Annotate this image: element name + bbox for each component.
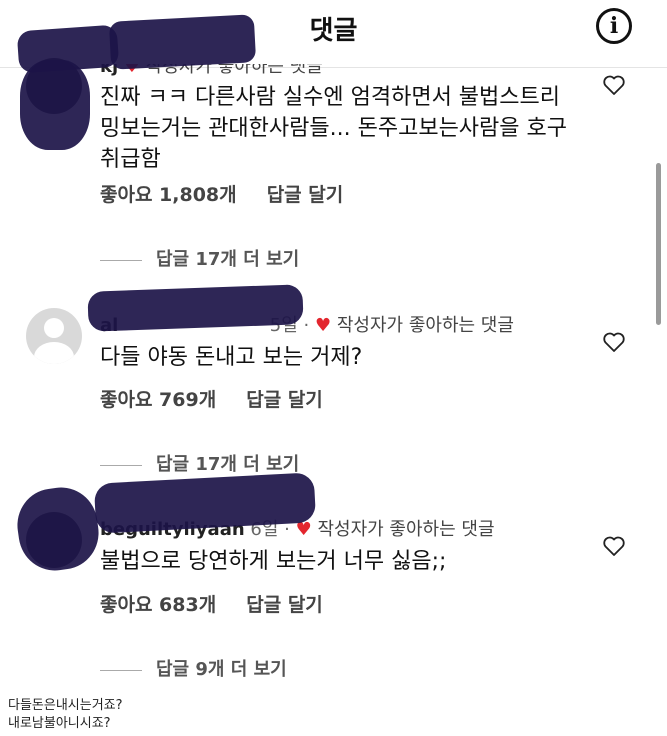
like-count[interactable]: 좋아요 1,808개 [100, 184, 237, 206]
like-count[interactable]: 좋아요 683개 [100, 594, 216, 616]
heart-icon: ♥ [315, 315, 332, 336]
caption-line-2: 내로남불아니시죠? [8, 716, 111, 731]
reply-thread-line [100, 259, 142, 261]
creator-liked-label: 작성자가 좋아하는 댓글 [336, 315, 514, 336]
view-replies-label: 답글 17개 더 보기 [156, 249, 300, 270]
reply-button[interactable]: 답글 달기 [246, 389, 323, 411]
view-replies-label: 답글 9개 더 보기 [156, 659, 287, 680]
redaction-mark [87, 284, 304, 332]
view-replies-label: 답글 17개 더 보기 [156, 454, 300, 475]
heart-outline-icon[interactable] [602, 535, 626, 557]
comment-actions: 좋아요 769개 답글 달기 [100, 385, 323, 412]
avatar-head [44, 318, 64, 338]
reply-thread-line [100, 669, 142, 671]
comments-panel: 댓글 i kj ♥ 작성자가 좋아하는 댓글 진짜 ㅋㅋ 다른사람 실수엔 엄격… [0, 0, 667, 688]
reply-button[interactable]: 답글 달기 [267, 184, 344, 206]
reply-button[interactable]: 답글 달기 [246, 594, 323, 616]
heart-outline-icon[interactable] [602, 331, 626, 353]
creator-liked-label: 작성자가 좋아하는 댓글 [317, 519, 495, 540]
redaction-mark [12, 482, 104, 576]
view-replies-button[interactable]: 답글 17개 더 보기 [100, 245, 299, 271]
heart-outline-icon[interactable] [602, 74, 626, 96]
caption-line-1: 다들돈은내시는거죠? [8, 698, 123, 713]
reply-thread-line [100, 464, 142, 466]
info-icon[interactable]: i [596, 8, 632, 44]
comment-text: 다들 야동 돈내고 보는 거제? [100, 345, 363, 370]
avatar-shoulders [34, 342, 74, 364]
scrollbar[interactable] [656, 163, 661, 325]
like-count[interactable]: 좋아요 769개 [100, 389, 216, 411]
comment-actions: 좋아요 1,808개 답글 달기 [100, 180, 343, 207]
redaction-mark [20, 60, 90, 150]
avatar[interactable] [26, 308, 82, 364]
comment-text: 진짜 ㅋㅋ 다른사람 실수엔 엄격하면서 불법스트리밍보는거는 관대한사람들..… [100, 85, 568, 172]
view-replies-button[interactable]: 답글 9개 더 보기 [100, 655, 287, 681]
comment-text: 불법으로 당연하게 보는거 너무 싫음;; [100, 549, 447, 574]
view-replies-button[interactable]: 답글 17개 더 보기 [100, 450, 299, 476]
redaction-mark [108, 14, 257, 70]
comment-actions: 좋아요 683개 답글 달기 [100, 590, 323, 617]
